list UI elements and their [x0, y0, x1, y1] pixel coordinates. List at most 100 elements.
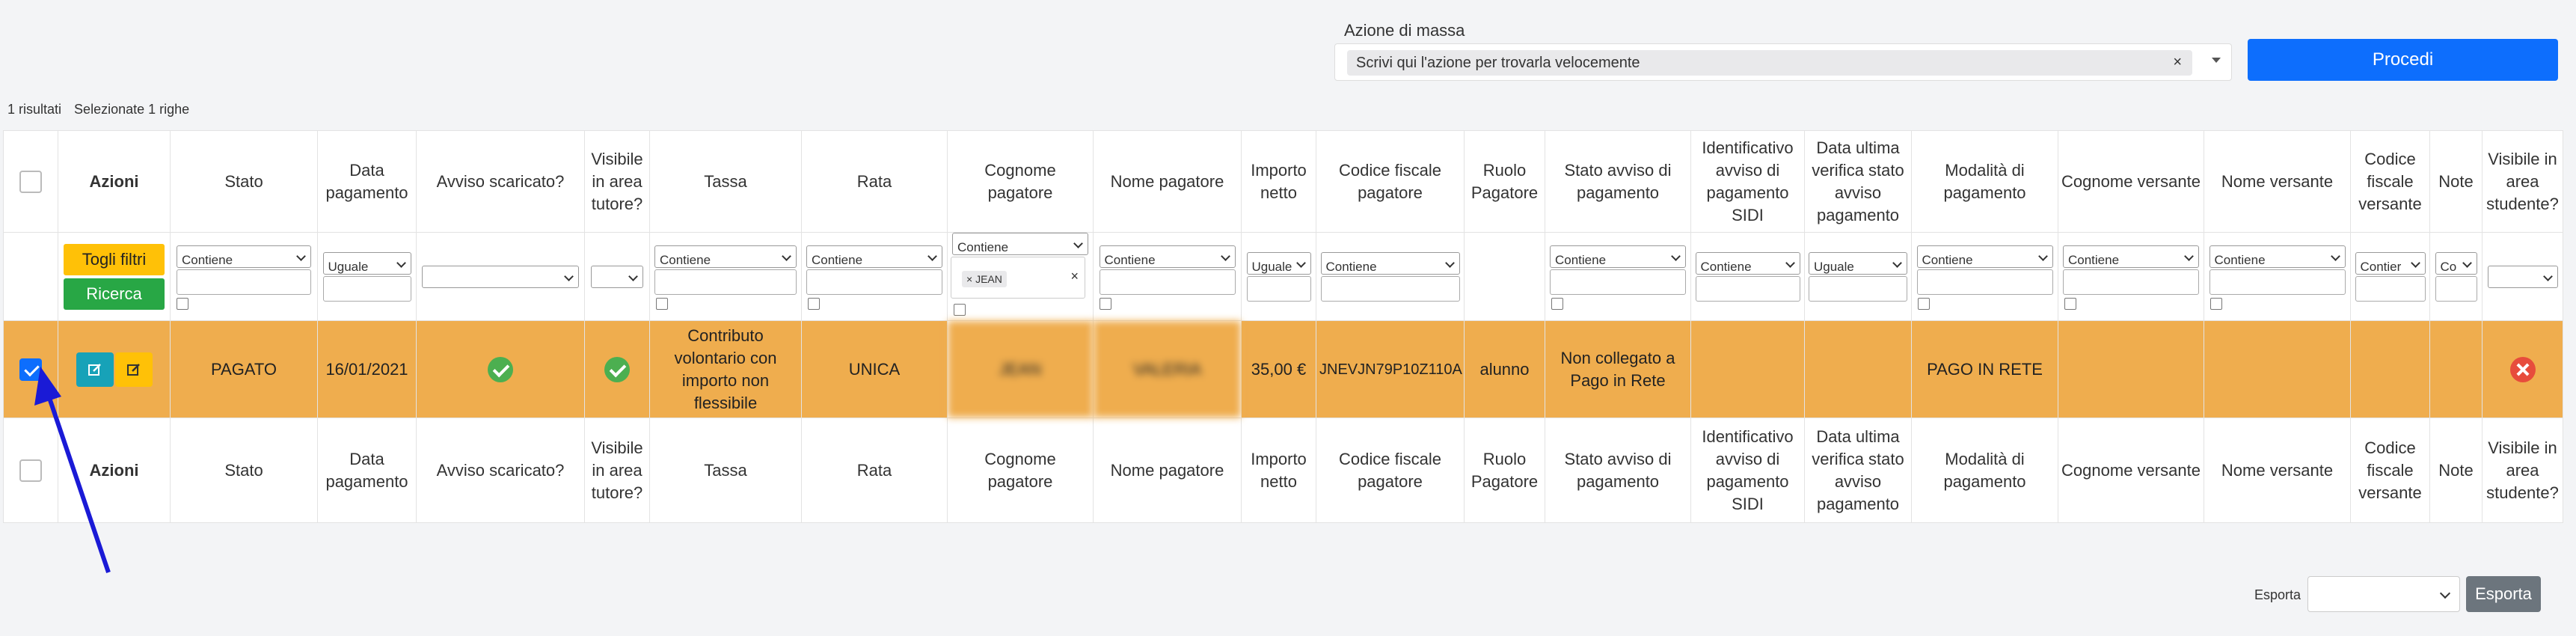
cell-modalita: PAGO IN RETE [1911, 320, 2058, 418]
filter-nome-checkbox[interactable] [1100, 297, 1111, 310]
select-all-checkbox[interactable] [19, 171, 42, 194]
tag-remove-icon[interactable]: × [966, 273, 972, 285]
filter-note-input[interactable] [2435, 275, 2477, 302]
filter-verifica-mode[interactable]: Uguale [1809, 251, 1907, 275]
filter-sidi-mode[interactable]: Contiene [1695, 251, 1800, 275]
filter-cognome-tags[interactable]: × JEAN × [951, 257, 1085, 299]
col-note[interactable]: Note [2429, 130, 2483, 233]
col-rata[interactable]: Rata [801, 130, 948, 233]
filter-cf-versante-mode[interactable]: Contier [2355, 251, 2426, 275]
col-ruolo-pagatore[interactable]: Ruolo Pagatore [1464, 130, 1545, 233]
filter-tassa-checkbox[interactable] [656, 297, 668, 310]
footer-col-data-ultima-verifica: Data ultima verifica stato avviso pagame… [1804, 418, 1912, 523]
filter-studente-select[interactable] [2487, 265, 2558, 288]
filter-data-mode[interactable]: Uguale [322, 251, 411, 275]
filter-stato-mode[interactable]: Contiene [177, 245, 311, 268]
filter-data-input[interactable] [322, 275, 411, 302]
col-cognome-versante[interactable]: Cognome versante [2058, 130, 2204, 233]
filter-nome-versante-mode[interactable]: Contiene [2209, 245, 2346, 268]
filter-stato-input[interactable] [177, 269, 311, 295]
col-cognome-pagatore[interactable]: Cognome pagatore [947, 130, 1094, 233]
filter-tassa-mode[interactable]: Contiene [654, 245, 797, 268]
filter-nome-mode[interactable]: Contiene [1099, 245, 1236, 268]
filter-stato-checkbox[interactable] [177, 297, 188, 310]
filter-tassa-input[interactable] [654, 269, 797, 295]
filter-stato-avviso-mode[interactable]: Contiene [1550, 245, 1686, 268]
filter-visibile-tutore [584, 232, 650, 321]
filter-modalita-input[interactable] [1916, 269, 2053, 295]
col-nome-versante[interactable]: Nome versante [2204, 130, 2351, 233]
filter-verifica-input[interactable] [1809, 275, 1907, 302]
chevron-down-icon[interactable] [2212, 58, 2221, 63]
cell-data-pagamento: 16/01/2021 [317, 320, 417, 418]
filter-tag[interactable]: × JEAN [962, 271, 1007, 287]
cell-avviso-scaricato [416, 320, 585, 418]
filter-cognome-mode[interactable]: Contiene [952, 233, 1088, 255]
filter-modalita-checkbox[interactable] [1918, 297, 1930, 310]
filter-stato-avviso-input[interactable] [1550, 269, 1686, 295]
col-nome-pagatore[interactable]: Nome pagatore [1093, 130, 1242, 233]
filter-nome-input[interactable] [1099, 269, 1236, 295]
pencil-icon [126, 363, 140, 376]
filter-modalita-mode[interactable]: Contiene [1916, 245, 2053, 268]
clear-filters-button[interactable]: Togli filtri [64, 243, 165, 275]
col-modalita-pagamento[interactable]: Modalità di pagamento [1911, 130, 2058, 233]
footer-col-importo-netto: Importo netto [1241, 418, 1316, 523]
modify-button[interactable] [114, 352, 153, 387]
filter-nome-versante-input[interactable] [2209, 269, 2346, 295]
mass-action-select[interactable]: Scrivi qui l'azione per trovarla velocem… [1334, 43, 2232, 81]
col-tassa[interactable]: Tassa [649, 130, 802, 233]
filter-tutore-select[interactable] [591, 265, 643, 288]
col-visibile-studente[interactable]: Visibile in area studente? [2482, 130, 2563, 233]
filter-note-mode[interactable]: Co [2435, 251, 2477, 275]
col-stato[interactable]: Stato [170, 130, 318, 233]
footer-col-tassa: Tassa [649, 418, 802, 523]
col-importo-netto[interactable]: Importo netto [1241, 130, 1316, 233]
filter-stato: Contiene [170, 232, 318, 321]
procedi-button[interactable]: Procedi [2248, 39, 2558, 81]
filter-row: Togli filtri Ricerca Contiene Uguale Con… [3, 232, 2563, 321]
filter-rata-checkbox[interactable] [808, 297, 820, 310]
check-circle-icon [488, 356, 513, 382]
filter-rata: Contiene [801, 232, 948, 321]
filter-importo-input[interactable] [1246, 275, 1311, 302]
filter-cognome-versante-input[interactable] [2063, 269, 2199, 295]
clear-icon[interactable]: × [2173, 54, 2182, 71]
filter-cf-input[interactable] [1320, 275, 1460, 302]
footer-col-stato: Stato [170, 418, 318, 523]
filter-cf-mode[interactable]: Contiene [1320, 251, 1460, 275]
filter-rata-mode[interactable]: Contiene [806, 245, 942, 268]
tags-clear-icon[interactable]: × [1070, 265, 1079, 287]
filter-id-sidi: Contiene [1690, 232, 1805, 321]
filter-visibile-studente [2482, 232, 2563, 321]
col-codice-fiscale-pagatore[interactable]: Codice fiscale pagatore [1316, 130, 1465, 233]
col-avviso-scaricato[interactable]: Avviso scaricato? [416, 130, 585, 233]
footer-col-avviso-scaricato: Avviso scaricato? [416, 418, 585, 523]
filter-avviso-select[interactable] [422, 265, 579, 288]
export-button[interactable]: Esporta [2466, 576, 2541, 612]
filter-cognome-versante-checkbox[interactable] [2064, 297, 2076, 310]
filter-cognome-checkbox[interactable] [954, 304, 966, 316]
col-codice-fiscale-versante[interactable]: Codice fiscale versante [2350, 130, 2430, 233]
search-button[interactable]: Ricerca [64, 278, 165, 310]
filter-nome-versante: Contiene [2204, 232, 2351, 321]
filter-nome-versante-checkbox[interactable] [2210, 297, 2222, 310]
col-data-ultima-verifica[interactable]: Data ultima verifica stato avviso pagame… [1804, 130, 1912, 233]
cell-note [2429, 320, 2483, 418]
export-format-select[interactable] [2307, 576, 2460, 612]
mass-action-chip: Scrivi qui l'azione per trovarla velocem… [1347, 50, 2192, 76]
col-id-avviso-sidi[interactable]: Identificativo avviso di pagamento SIDI [1690, 130, 1805, 233]
col-data-pagamento[interactable]: Data pagamento [317, 130, 417, 233]
filter-importo-mode[interactable]: Uguale [1246, 251, 1311, 275]
filter-stato-avviso-checkbox[interactable] [1551, 297, 1563, 310]
filter-cf-versante-input[interactable] [2355, 275, 2426, 302]
tag-label: JEAN [975, 273, 1002, 285]
cell-cognome-versante [2058, 320, 2204, 418]
filter-cognome-versante-mode[interactable]: Contiene [2063, 245, 2199, 268]
filter-sidi-input[interactable] [1695, 275, 1800, 302]
footer-col-nome-versante: Nome versante [2204, 418, 2351, 523]
filter-rata-input[interactable] [806, 269, 942, 295]
col-stato-avviso[interactable]: Stato avviso di pagamento [1545, 130, 1691, 233]
col-visibile-tutore[interactable]: Visibile in area tutore? [584, 130, 650, 233]
table-row[interactable]: PAGATO 16/01/2021 Contributo volontario … [3, 320, 2563, 418]
